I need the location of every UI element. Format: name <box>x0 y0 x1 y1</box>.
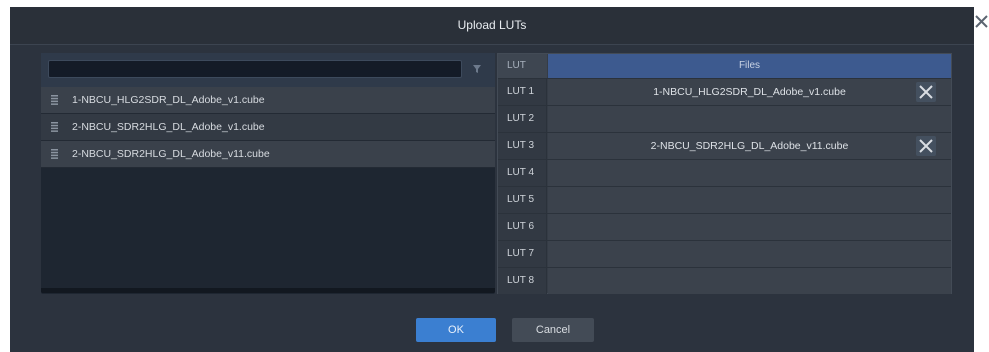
drag-handle-icon[interactable] <box>51 122 58 132</box>
filter-input[interactable] <box>48 60 462 78</box>
file-name: 2-NBCU_SDR2HLG_DL_Adobe_v1.cube <box>72 121 265 133</box>
file-list-item[interactable]: 2-NBCU_SDR2HLG_DL_Adobe_v1.cube <box>41 114 495 141</box>
filter-bar <box>41 53 495 87</box>
lut-slot-label: LUT 5 <box>498 187 547 213</box>
lut-slot-label: LUT 7 <box>498 241 547 267</box>
dialog-title: Upload LUTs <box>10 7 974 45</box>
lut-row: LUT 8 <box>498 267 951 294</box>
lut-slot-label: LUT 6 <box>498 214 547 240</box>
lut-row: LUT 5 <box>498 186 951 213</box>
column-header-lut: LUT <box>498 54 547 78</box>
close-icon[interactable] <box>974 14 989 29</box>
file-name: 2-NBCU_SDR2HLG_DL_Adobe_v11.cube <box>72 148 270 160</box>
lut-row: LUT 1 1-NBCU_HLG2SDR_DL_Adobe_v1.cube <box>498 78 951 105</box>
lut-row: LUT 4 <box>498 159 951 186</box>
file-list: 1-NBCU_HLG2SDR_DL_Adobe_v1.cube 2-NBCU_S… <box>41 87 495 168</box>
lut-slot-file[interactable] <box>548 106 951 132</box>
lut-row: LUT 3 2-NBCU_SDR2HLG_DL_Adobe_v11.cube <box>498 132 951 159</box>
close-icon <box>919 139 933 153</box>
lut-row: LUT 2 <box>498 105 951 132</box>
close-icon <box>919 85 933 99</box>
file-list-item[interactable]: 1-NBCU_HLG2SDR_DL_Adobe_v1.cube <box>41 87 495 114</box>
drag-handle-icon[interactable] <box>51 149 58 159</box>
lut-slot-label: LUT 4 <box>498 160 547 186</box>
lut-slot-file[interactable]: 1-NBCU_HLG2SDR_DL_Adobe_v1.cube <box>548 79 951 105</box>
remove-lut-button[interactable] <box>916 82 936 102</box>
lut-slot-file[interactable] <box>548 241 951 267</box>
lut-slot-file[interactable]: 2-NBCU_SDR2HLG_DL_Adobe_v11.cube <box>548 133 951 159</box>
remove-lut-button[interactable] <box>916 136 936 156</box>
lut-slot-label: LUT 1 <box>498 79 547 105</box>
lut-row: LUT 6 <box>498 213 951 240</box>
drag-handle-icon[interactable] <box>51 95 58 105</box>
lut-slot-file[interactable] <box>548 214 951 240</box>
column-header-files: Files <box>548 54 951 78</box>
file-list-footer <box>41 288 495 293</box>
lut-slot-file[interactable] <box>548 160 951 186</box>
ok-button[interactable]: OK <box>416 318 496 342</box>
filter-icon[interactable] <box>472 64 482 74</box>
lut-slot-file[interactable] <box>548 187 951 213</box>
lut-table: LUT Files LUT 1 1-NBCU_HLG2SDR_DL_Adobe_… <box>497 53 952 294</box>
lut-slot-label: LUT 8 <box>498 268 547 294</box>
lut-slot-file[interactable] <box>548 268 951 294</box>
file-list-item[interactable]: 2-NBCU_SDR2HLG_DL_Adobe_v11.cube <box>41 141 495 168</box>
lut-row: LUT 7 <box>498 240 951 267</box>
file-name: 1-NBCU_HLG2SDR_DL_Adobe_v1.cube <box>72 94 265 106</box>
lut-slot-label: LUT 3 <box>498 133 547 159</box>
lut-slot-label: LUT 2 <box>498 106 547 132</box>
cancel-button[interactable]: Cancel <box>512 318 594 342</box>
